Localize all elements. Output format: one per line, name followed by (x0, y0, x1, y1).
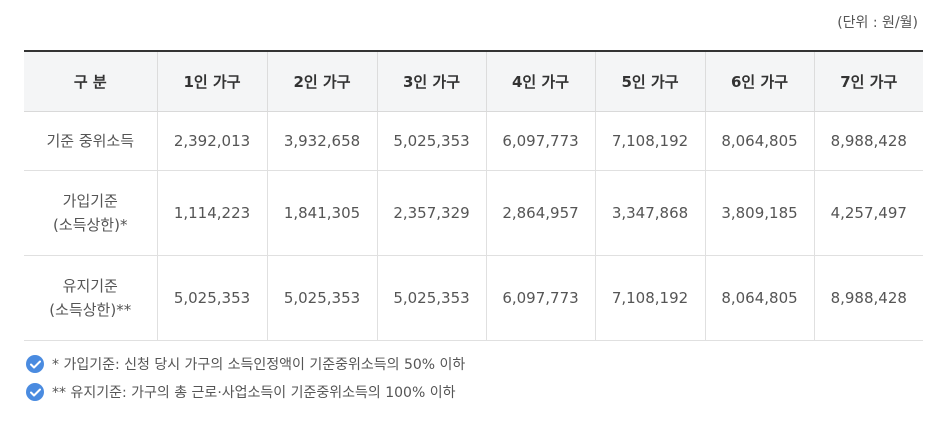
table-cell: 3,932,658 (266, 111, 377, 171)
table-cell: 6,097,773 (485, 255, 595, 341)
row-label-text: 가입기준 (62, 192, 118, 210)
table-cell: 3,347,868 (594, 170, 705, 256)
table-cell: 5,025,353 (266, 255, 377, 341)
table-cell: 8,988,428 (813, 111, 923, 171)
table-cell: 6,097,773 (485, 111, 595, 171)
table-header-row: 구 분 1인 가구 2인 가구 3인 가구 4인 가구 5인 가구 6인 가구 … (24, 50, 923, 112)
check-circle-icon (26, 355, 44, 373)
header-category: 구 분 (24, 50, 157, 112)
table-cell: 5,025,353 (376, 111, 486, 171)
footnote-item: ** 유지기준: 가구의 총 근로·사업소득이 기준중위소득의 100% 이하 (26, 379, 465, 405)
table-row: 유지기준 (소득상한)** 5,025,353 5,025,353 5,025,… (24, 255, 923, 341)
header-household-5: 5인 가구 (594, 50, 705, 112)
table-cell: 8,064,805 (704, 111, 814, 171)
row-label: 가입기준 (소득상한)* (24, 170, 157, 256)
table-cell: 3,809,185 (704, 170, 814, 256)
income-standard-table: 구 분 1인 가구 2인 가구 3인 가구 4인 가구 5인 가구 6인 가구 … (24, 50, 923, 341)
table-cell: 1,841,305 (266, 170, 377, 256)
table-cell: 4,257,497 (813, 170, 923, 256)
row-label: 유지기준 (소득상한)** (24, 255, 157, 341)
table-row: 기준 중위소득 2,392,013 3,932,658 5,025,353 6,… (24, 111, 923, 171)
row-label-subtext: (소득상한)** (49, 301, 132, 319)
unit-label: (단위 : 원/월) (837, 15, 918, 31)
header-household-3: 3인 가구 (376, 50, 486, 112)
header-household-2: 2인 가구 (266, 50, 377, 112)
footnote-item: * 가입기준: 신청 당시 가구의 소득인정액이 기준중위소득의 50% 이하 (26, 351, 465, 377)
header-household-6: 6인 가구 (704, 50, 814, 112)
table-cell: 5,025,353 (376, 255, 486, 341)
page: (단위 : 원/월) 구 분 1인 가구 2인 가구 3인 가구 4인 가구 5… (0, 0, 940, 435)
footnote-text: * 가입기준: 신청 당시 가구의 소득인정액이 기준중위소득의 50% 이하 (52, 357, 466, 373)
footnote-text: ** 유지기준: 가구의 총 근로·사업소득이 기준중위소득의 100% 이하 (52, 385, 456, 401)
table-cell: 8,988,428 (813, 255, 923, 341)
table-cell: 8,064,805 (704, 255, 814, 341)
row-label-text: 기준 중위소득 (46, 132, 135, 150)
row-label-text: 유지기준 (62, 277, 118, 295)
check-circle-icon (26, 383, 44, 401)
row-label: 기준 중위소득 (24, 111, 157, 171)
table-cell: 2,357,329 (376, 170, 486, 256)
header-household-1: 1인 가구 (156, 50, 267, 112)
table-cell: 7,108,192 (594, 255, 705, 341)
header-household-4: 4인 가구 (485, 50, 595, 112)
footnotes: * 가입기준: 신청 당시 가구의 소득인정액이 기준중위소득의 50% 이하 … (26, 351, 465, 407)
table-cell: 7,108,192 (594, 111, 705, 171)
row-label-subtext: (소득상한)* (53, 216, 128, 234)
header-household-7: 7인 가구 (813, 50, 923, 112)
table-cell: 2,392,013 (156, 111, 267, 171)
table-row: 가입기준 (소득상한)* 1,114,223 1,841,305 2,357,3… (24, 170, 923, 256)
table-cell: 1,114,223 (156, 170, 267, 256)
table-cell: 2,864,957 (485, 170, 595, 256)
table-cell: 5,025,353 (156, 255, 267, 341)
